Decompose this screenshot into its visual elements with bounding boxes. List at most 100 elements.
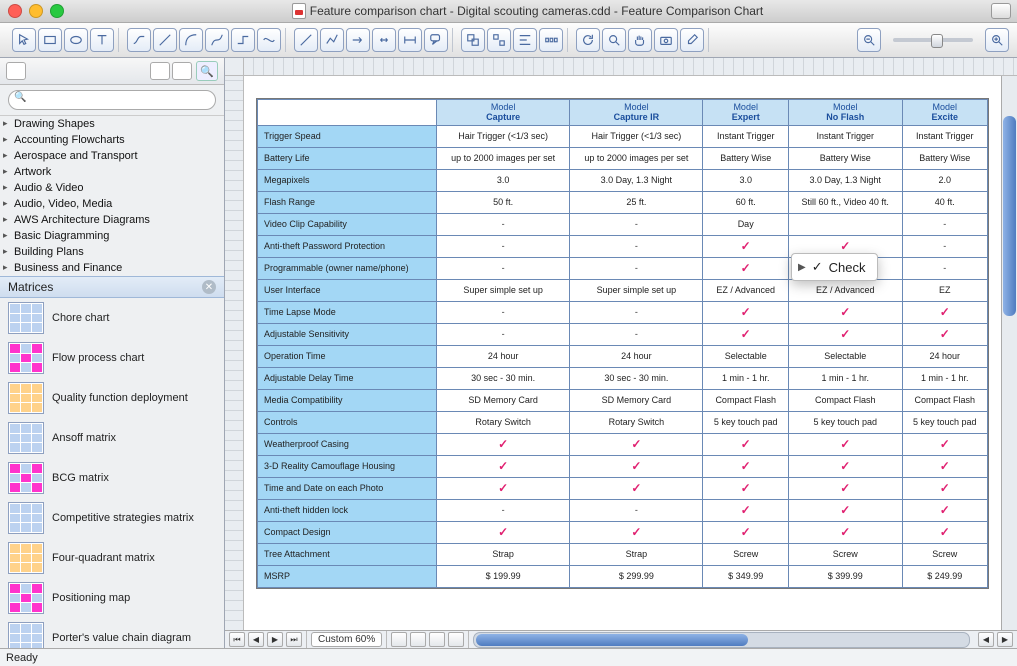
value-cell[interactable]: ✓	[902, 301, 988, 323]
tree-item[interactable]: Audio & Video	[0, 180, 224, 196]
value-cell[interactable]: -	[437, 499, 570, 521]
value-cell[interactable]: 3.0	[703, 169, 788, 191]
value-cell[interactable]: -	[570, 235, 703, 257]
zoom-tool[interactable]	[602, 28, 626, 52]
table-row[interactable]: Trigger SpeadHair Trigger (<1/3 sec)Hair…	[258, 125, 988, 147]
value-cell[interactable]: Hair Trigger (<1/3 sec)	[570, 125, 703, 147]
value-cell[interactable]: $ 299.99	[570, 565, 703, 587]
value-cell[interactable]: Selectable	[703, 345, 788, 367]
polyline-tool[interactable]	[320, 28, 344, 52]
value-cell[interactable]: Screw	[788, 543, 902, 565]
zoom-window-button[interactable]	[50, 4, 64, 18]
value-cell[interactable]: 24 hour	[570, 345, 703, 367]
zoom-in-button[interactable]	[985, 28, 1009, 52]
value-cell[interactable]: -	[570, 323, 703, 345]
value-cell[interactable]: 25 ft.	[570, 191, 703, 213]
double-arrow-tool[interactable]	[372, 28, 396, 52]
value-cell[interactable]: 30 sec - 30 min.	[437, 367, 570, 389]
value-cell[interactable]: 3.0 Day, 1.3 Night	[570, 169, 703, 191]
value-cell[interactable]: EZ	[902, 279, 988, 301]
column-header[interactable]: ModelExcite	[902, 100, 988, 126]
value-cell[interactable]: up to 2000 images per set	[570, 147, 703, 169]
column-header[interactable]: ModelCapture	[437, 100, 570, 126]
value-cell[interactable]: $ 199.99	[437, 565, 570, 587]
shape-item[interactable]: Positioning map	[0, 578, 224, 618]
value-cell[interactable]: -	[902, 213, 988, 235]
table-row[interactable]: Battery Lifeup to 2000 images per setup …	[258, 147, 988, 169]
horizontal-scrollbar[interactable]	[473, 633, 970, 647]
value-cell[interactable]: ✓	[788, 499, 902, 521]
refresh-tool[interactable]	[576, 28, 600, 52]
value-cell[interactable]: $ 349.99	[703, 565, 788, 587]
value-cell[interactable]: ✓	[902, 433, 988, 455]
view-list-toggle[interactable]	[6, 62, 26, 80]
tree-item[interactable]: Artwork	[0, 164, 224, 180]
comparison-table[interactable]: ModelCaptureModelCapture IRModelExpertMo…	[257, 99, 988, 588]
value-cell[interactable]: ✓	[902, 323, 988, 345]
zoom-level-display[interactable]: Custom 60%	[311, 632, 382, 647]
tree-item[interactable]: Audio, Video, Media	[0, 196, 224, 212]
scroll-left-button[interactable]: ◀	[978, 632, 994, 647]
value-cell[interactable]: Compact Flash	[788, 389, 902, 411]
value-cell[interactable]: ✓	[902, 477, 988, 499]
scroll-right-button[interactable]: ▶	[997, 632, 1013, 647]
value-cell[interactable]: 5 key touch pad	[703, 411, 788, 433]
value-cell[interactable]: ✓	[570, 521, 703, 543]
page-next-button[interactable]: ▶	[267, 632, 283, 647]
value-cell[interactable]: Compact Flash	[902, 389, 988, 411]
value-cell[interactable]: Hair Trigger (<1/3 sec)	[437, 125, 570, 147]
value-cell[interactable]: ✓	[570, 477, 703, 499]
value-cell[interactable]: 30 sec - 30 min.	[570, 367, 703, 389]
value-cell[interactable]: -	[902, 235, 988, 257]
value-cell[interactable]: Instant Trigger	[788, 125, 902, 147]
value-cell[interactable]: ✓	[788, 433, 902, 455]
table-row[interactable]: MSRP$ 199.99$ 299.99$ 349.99$ 399.99$ 24…	[258, 565, 988, 587]
value-cell[interactable]: -	[902, 257, 988, 279]
tree-item[interactable]: Basic Diagramming	[0, 228, 224, 244]
page-last-button[interactable]: ⏭	[286, 632, 302, 647]
arc-connector-tool[interactable]	[179, 28, 203, 52]
value-cell[interactable]: Screw	[703, 543, 788, 565]
value-cell[interactable]: ✓	[902, 499, 988, 521]
table-row[interactable]: Time and Date on each Photo✓✓✓✓✓	[258, 477, 988, 499]
value-cell[interactable]: up to 2000 images per set	[437, 147, 570, 169]
page-tab-2[interactable]	[410, 632, 426, 647]
library-category-header[interactable]: Matrices ✕	[0, 276, 224, 298]
table-row[interactable]: Time Lapse Mode--✓✓✓	[258, 301, 988, 323]
value-cell[interactable]: ✓	[703, 477, 788, 499]
close-library-button[interactable]: ✕	[202, 280, 216, 294]
view-grid-toggle[interactable]	[150, 62, 170, 80]
value-cell[interactable]	[788, 213, 902, 235]
shape-item[interactable]: Flow process chart	[0, 338, 224, 378]
smart-connector-tool[interactable]	[127, 28, 151, 52]
value-cell[interactable]: SD Memory Card	[437, 389, 570, 411]
snapshot-tool[interactable]	[654, 28, 678, 52]
value-cell[interactable]: ✓	[902, 455, 988, 477]
spline-tool[interactable]	[257, 28, 281, 52]
value-cell[interactable]: 5 key touch pad	[788, 411, 902, 433]
table-row[interactable]: Video Clip Capability--Day-	[258, 213, 988, 235]
table-row[interactable]: Compact Design✓✓✓✓✓	[258, 521, 988, 543]
pointer-tool[interactable]	[12, 28, 36, 52]
library-search-input[interactable]	[8, 90, 216, 110]
value-cell[interactable]: -	[437, 235, 570, 257]
shape-item[interactable]: Chore chart	[0, 298, 224, 338]
shape-item[interactable]: Four-quadrant matrix	[0, 538, 224, 578]
value-cell[interactable]: 60 ft.	[703, 191, 788, 213]
value-cell[interactable]: ✓	[437, 455, 570, 477]
value-cell[interactable]: Instant Trigger	[902, 125, 988, 147]
page-tab-1[interactable]	[391, 632, 407, 647]
value-cell[interactable]: 24 hour	[902, 345, 988, 367]
value-cell[interactable]: ✓	[437, 433, 570, 455]
value-cell[interactable]: Rotary Switch	[437, 411, 570, 433]
value-cell[interactable]: Battery Wise	[703, 147, 788, 169]
value-cell[interactable]: Strap	[437, 543, 570, 565]
table-row[interactable]: Adjustable Delay Time30 sec - 30 min.30 …	[258, 367, 988, 389]
table-row[interactable]: Media CompatibilitySD Memory CardSD Memo…	[258, 389, 988, 411]
value-cell[interactable]: 24 hour	[437, 345, 570, 367]
tree-item[interactable]: AWS Architecture Diagrams	[0, 212, 224, 228]
value-cell[interactable]: ✓	[703, 235, 788, 257]
round-connector-tool[interactable]	[231, 28, 255, 52]
page-tab-4[interactable]	[448, 632, 464, 647]
zoom-out-button[interactable]	[857, 28, 881, 52]
